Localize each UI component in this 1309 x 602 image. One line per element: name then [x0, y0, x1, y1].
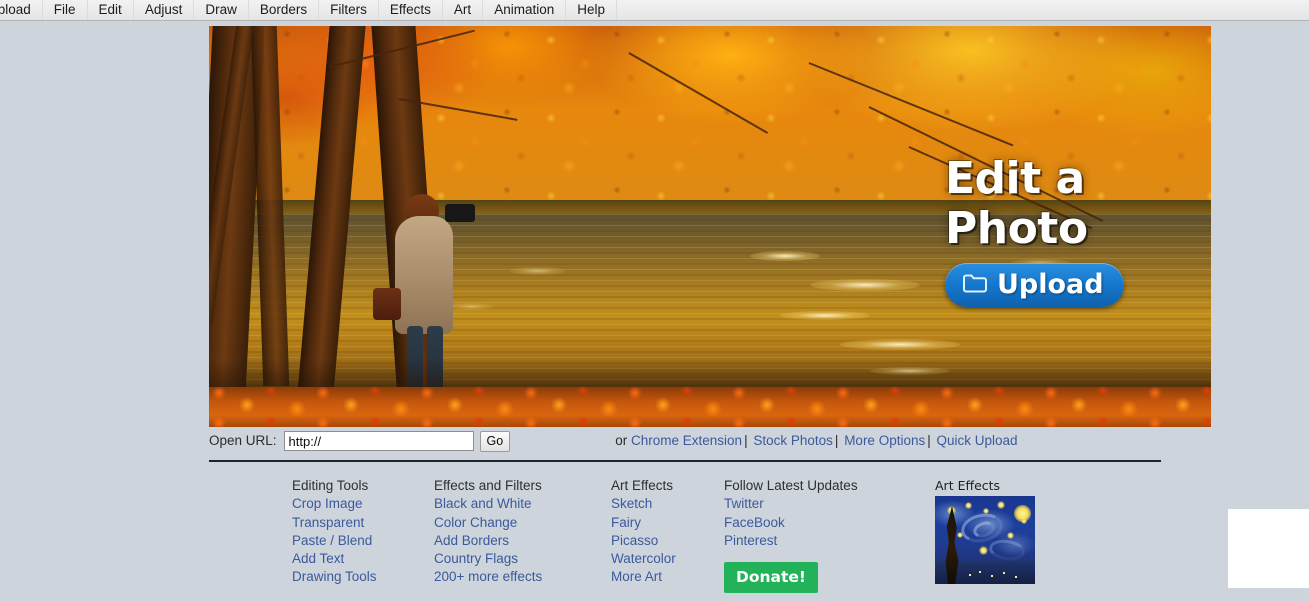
footer-link-color-change[interactable]: Color Change: [434, 514, 611, 532]
or-text: or: [615, 433, 628, 448]
menu-item-adjust[interactable]: Adjust: [134, 0, 195, 20]
footer-column-editing-tools: Editing Tools Crop Image Transparent Pas…: [292, 477, 434, 587]
folder-icon: [962, 273, 988, 297]
link-more-options[interactable]: More Options: [844, 433, 925, 448]
footer-link-picasso[interactable]: Picasso: [611, 532, 724, 550]
starry-night-thumbnail[interactable]: [935, 496, 1035, 584]
menu-item-filters[interactable]: Filters: [319, 0, 379, 20]
footer-link-add-borders[interactable]: Add Borders: [434, 532, 611, 550]
footer-link-facebook[interactable]: FaceBook: [724, 514, 934, 532]
link-separator-3: |: [927, 433, 931, 448]
horizontal-divider: [209, 460, 1161, 462]
hero-headline: Edit a Photo Upload: [945, 154, 1175, 307]
menu-item-file[interactable]: File: [43, 0, 88, 20]
link-stock-photos[interactable]: Stock Photos: [753, 433, 833, 448]
donate-button[interactable]: Donate!: [724, 562, 818, 594]
footer-heading-editing-tools: Editing Tools: [292, 478, 369, 493]
upload-button[interactable]: Upload: [945, 263, 1124, 307]
menu-item-borders[interactable]: Borders: [249, 0, 320, 20]
footer-column-art-effects: Art Effects Sketch Fairy Picasso Waterco…: [611, 477, 724, 587]
art-effects-thumbnail-label: Art Effects: [935, 478, 1001, 493]
menu-item-animation[interactable]: Animation: [483, 0, 567, 20]
ad-placeholder-box: [1228, 509, 1309, 588]
go-button[interactable]: Go: [479, 430, 511, 452]
footer-link-watercolor[interactable]: Watercolor: [611, 550, 724, 568]
link-separator-2: |: [834, 433, 839, 448]
menu-item-edit[interactable]: Edit: [88, 0, 134, 20]
footer-link-more-effects[interactable]: 200+ more effects: [434, 568, 611, 586]
footer-heading-art-effects: Art Effects: [611, 478, 674, 493]
menu-item-upload[interactable]: Upload: [0, 0, 43, 20]
hero-headline-line2: Photo: [945, 203, 1088, 254]
footer-link-fairy[interactable]: Fairy: [611, 514, 724, 532]
menu-item-effects[interactable]: Effects: [379, 0, 443, 20]
footer-link-columns: Editing Tools Crop Image Transparent Pas…: [292, 477, 934, 594]
link-separator-1: |: [744, 433, 748, 448]
url-input[interactable]: [283, 431, 474, 451]
footer-link-crop-image[interactable]: Crop Image: [292, 495, 434, 513]
footer-column-follow-latest-updates: Follow Latest Updates Twitter FaceBook P…: [724, 477, 934, 594]
upload-button-label: Upload: [997, 269, 1104, 300]
footer-link-add-text[interactable]: Add Text: [292, 550, 434, 568]
link-chrome-extension[interactable]: Chrome Extension: [631, 433, 742, 448]
menu-bar: Upload File Edit Adjust Draw Borders Fil…: [0, 0, 1309, 21]
footer-heading-follow-latest-updates: Follow Latest Updates: [724, 478, 858, 493]
page-root: Upload File Edit Adjust Draw Borders Fil…: [0, 0, 1309, 602]
footer-link-transparent[interactable]: Transparent: [292, 514, 434, 532]
footer-link-paste-blend[interactable]: Paste / Blend: [292, 532, 434, 550]
footer-link-pinterest[interactable]: Pinterest: [724, 532, 934, 550]
footer-link-drawing-tools[interactable]: Drawing Tools: [292, 568, 434, 586]
footer-link-black-and-white[interactable]: Black and White: [434, 495, 611, 513]
footer-link-twitter[interactable]: Twitter: [724, 495, 934, 513]
hero-headline-line1: Edit a: [945, 153, 1085, 204]
footer-link-more-art[interactable]: More Art: [611, 568, 724, 586]
open-url-row: Open URL: Go or Chrome Extension| Stock …: [209, 429, 1211, 453]
hero-banner-image[interactable]: Edit a Photo Upload: [209, 26, 1211, 427]
footer-link-sketch[interactable]: Sketch: [611, 495, 724, 513]
menu-item-draw[interactable]: Draw: [194, 0, 249, 20]
footer-column-effects-and-filters: Effects and Filters Black and White Colo…: [434, 477, 611, 587]
open-url-label: Open URL:: [209, 433, 277, 448]
footer-link-country-flags[interactable]: Country Flags: [434, 550, 611, 568]
menu-item-help[interactable]: Help: [566, 0, 617, 20]
menu-item-art[interactable]: Art: [443, 0, 484, 20]
alternate-upload-links: or Chrome Extension | Stock Photos | More …: [615, 433, 1017, 449]
art-effects-thumbnail-block: Art Effects: [935, 478, 1035, 584]
link-quick-upload[interactable]: Quick Upload: [937, 433, 1018, 448]
footer-heading-effects-and-filters: Effects and Filters: [434, 478, 542, 493]
